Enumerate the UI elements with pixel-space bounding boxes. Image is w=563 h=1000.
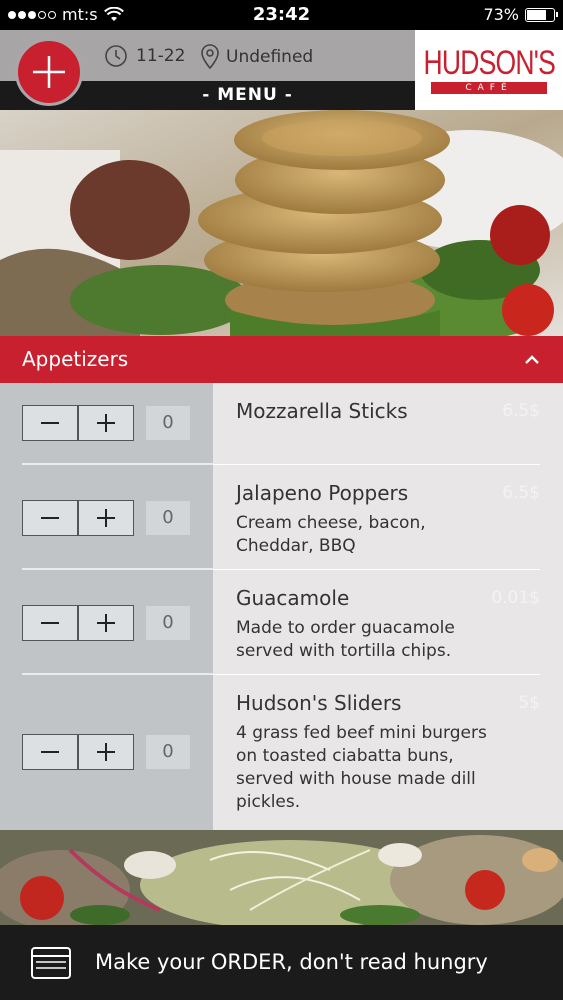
increase-button[interactable]	[78, 405, 134, 441]
hudsons-cafe-logo: HUDSON'S CAFÉ	[415, 30, 563, 110]
increase-button[interactable]	[78, 605, 134, 641]
item-price: 6.5$	[502, 483, 540, 503]
quantity-stepper	[22, 405, 134, 441]
item-description: Cream cheese, bacon, Cheddar, BBQ	[236, 513, 426, 556]
logo-sub-text: CAFÉ	[431, 82, 547, 94]
quantity-stepper	[22, 500, 134, 536]
quantity-value: 0	[146, 735, 190, 769]
item-description: Made to order guacamole served with tort…	[236, 618, 455, 661]
quantity-value: 0	[146, 501, 190, 535]
opening-hours: 11-22	[104, 44, 185, 68]
plus-icon	[97, 414, 115, 432]
hero-food-image	[0, 110, 563, 336]
plus-icon	[97, 743, 115, 761]
category-header[interactable]: Appetizers	[0, 336, 563, 383]
clock-time: 23:42	[252, 4, 311, 25]
item-price: 5$	[518, 693, 540, 713]
add-button[interactable]	[15, 38, 83, 106]
minus-icon	[41, 622, 59, 624]
item-name: Guacamole	[236, 586, 350, 610]
battery-percent: 73%	[483, 5, 519, 24]
quantity-value: 0	[146, 606, 190, 640]
quantity-stepper	[22, 734, 134, 770]
location[interactable]: Undefined	[200, 44, 313, 70]
category-title: Appetizers	[22, 347, 129, 371]
decrease-button[interactable]	[22, 500, 78, 536]
decrease-button[interactable]	[22, 405, 78, 441]
minus-icon	[41, 751, 59, 753]
status-bar: mt:s 23:42 73%	[0, 0, 563, 30]
menu-item: 0 Hudson's Sliders 4 grass fed beef mini…	[0, 675, 563, 830]
salad-food-image	[0, 830, 563, 925]
decrease-button[interactable]	[22, 605, 78, 641]
item-name: Jalapeno Poppers	[236, 481, 409, 505]
decrease-button[interactable]	[22, 734, 78, 770]
clock-icon	[105, 45, 127, 67]
menu-item-list: 0 Mozzarella Sticks 6.5$ 0 Jalapeno Popp…	[0, 383, 563, 830]
increase-button[interactable]	[78, 500, 134, 536]
quantity-value: 0	[146, 406, 190, 440]
minus-icon	[41, 517, 59, 519]
footer-order-text: Make your ORDER, don't read hungry	[95, 950, 488, 974]
hours-text: 11-22	[136, 46, 186, 66]
quantity-stepper	[22, 605, 134, 641]
plus-icon	[97, 614, 115, 632]
minus-icon	[41, 422, 59, 424]
increase-button[interactable]	[78, 734, 134, 770]
item-name: Mozzarella Sticks	[236, 399, 408, 423]
battery-status: 73%	[483, 5, 558, 24]
plus-icon	[97, 509, 115, 527]
logo-main-text: HUDSON'S	[423, 44, 555, 82]
wallet-icon	[31, 947, 71, 979]
item-name: Hudson's Sliders	[236, 691, 402, 715]
chevron-up-icon[interactable]	[521, 348, 543, 370]
location-text: Undefined	[226, 47, 314, 67]
plus-icon	[33, 56, 65, 88]
order-footer[interactable]: Make your ORDER, don't read hungry	[0, 925, 563, 1000]
item-price: 6.5$	[502, 401, 540, 421]
item-price: 0.01$	[491, 588, 540, 608]
item-description: 4 grass fed beef mini burgers on toasted…	[236, 723, 487, 812]
location-pin-icon	[201, 44, 219, 70]
battery-icon	[525, 7, 558, 22]
menu-item: 0 Guacamole Made to order guacamole serv…	[0, 570, 563, 675]
menu-item: 0 Jalapeno Poppers Cream cheese, bacon, …	[0, 465, 563, 570]
menu-item: 0 Mozzarella Sticks 6.5$	[0, 383, 563, 465]
